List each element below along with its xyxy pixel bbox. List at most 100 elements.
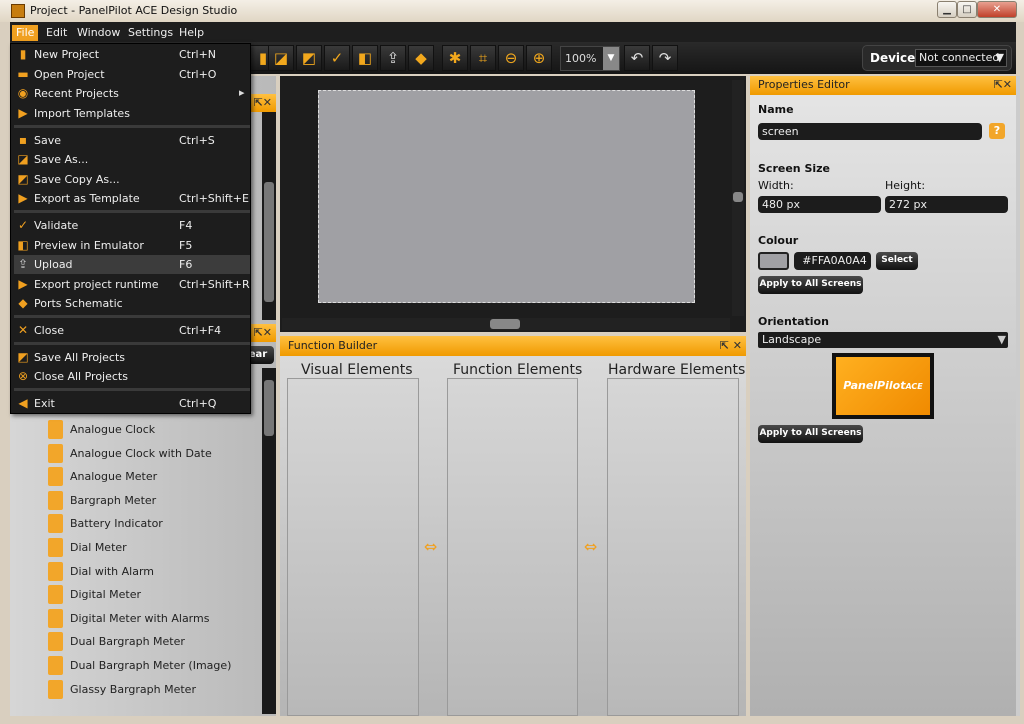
visual-elements-heading: Visual Elements [301,362,413,378]
device-select[interactable]: Not connected ▼ [915,49,1007,67]
save-as-tool-button[interactable]: ◪ [268,45,294,71]
colour-label: Colour [758,234,799,247]
apply-orientation-all-button[interactable]: Apply to All Screens [758,425,863,443]
menu-item-shortcut: F5 [179,239,193,252]
zoom-out-tool-button[interactable]: ⊖ [498,45,524,71]
close-window-button[interactable]: ✕ [977,1,1017,18]
close-icon[interactable]: ⇱✕ [254,324,272,342]
canvas-hscrollbar[interactable] [282,318,730,330]
menu-item-save-copy-as[interactable]: ◩ Save Copy As... [14,170,250,189]
zoom-select[interactable]: 100% ▼ [560,46,620,71]
element-list-item-label: Dial Meter [70,541,127,554]
menu-item-save-all-projects[interactable]: ◩ Save All Projects [14,348,250,367]
menu-item-save[interactable]: ▪ Save Ctrl+S [14,131,250,150]
panel-title: Function Builder [288,339,378,352]
undo-tool-button[interactable]: ↶ [624,45,650,71]
menu-item-import-templates[interactable]: ▶ Import Templates [14,104,250,123]
menu-edit[interactable]: Edit [42,25,71,41]
menu-item-export-as-template[interactable]: ▶ Export as Template Ctrl+Shift+E [14,189,250,208]
apply-colour-all-button[interactable]: Apply to All Screens [758,276,863,294]
menu-item-shortcut: Ctrl+N [179,48,217,61]
element-list-item-label: Analogue Clock [70,423,156,436]
widget-file-icon [48,561,63,581]
window-title: Project - PanelPilot ACE Design Studio [30,4,238,17]
save-all-icon: ◩ [17,350,29,364]
menu-item-shortcut: Ctrl+S [179,134,215,147]
colour-swatch[interactable] [758,252,789,270]
fit-tool-button[interactable]: ✱ [442,45,468,71]
menu-settings[interactable]: Settings [124,25,177,41]
function-elements-list[interactable] [447,378,578,716]
close-icon[interactable]: ⇱✕ [254,94,272,112]
validate-tool-button[interactable]: ✓ [324,45,350,71]
name-label: Name [758,103,794,116]
name-input[interactable]: screen [758,123,982,140]
properties-scrollbar[interactable] [1016,76,1020,716]
menu-item-label: Save [34,134,62,147]
menu-item-ports-schematic[interactable]: ◆ Ports Schematic [14,294,250,313]
menu-item-export-project-runtime[interactable]: ▶ Export project runtime Ctrl+Shift+R [14,275,250,294]
menu-item-label: Export as Template [34,192,140,205]
orientation-preview: PanelPilotACE [832,353,934,419]
function-builder-header: Function Builder ⇱ ✕ [280,336,746,356]
orientation-value: Landscape [762,333,822,346]
zoom-in-tool-button[interactable]: ⊕ [526,45,552,71]
hardware-elements-list[interactable] [607,378,739,716]
redo-tool-button[interactable]: ↷ [652,45,678,71]
menu-item-close[interactable]: ✕ Close Ctrl+F4 [14,321,250,340]
toolbox-scrollbar[interactable] [262,112,276,320]
menu-item-open-project[interactable]: ▬ Open Project Ctrl+O [14,65,250,84]
menu-item-preview-in-emulator[interactable]: ◧ Preview in Emulator F5 [14,236,250,255]
close-icon[interactable]: ⇱ ✕ [720,336,742,356]
menu-item-label: Save Copy As... [34,173,120,186]
menu-item-shortcut: Ctrl+Shift+R [179,278,250,291]
element-list-scrollbar[interactable] [262,368,276,714]
menu-item-upload[interactable]: ⇪ Upload F6 [14,255,250,274]
menu-item-recent-projects[interactable]: ◉ Recent Projects ▸ [14,84,250,103]
orientation-select[interactable]: Landscape ▼ [758,332,1008,348]
menu-window[interactable]: Window [73,25,124,41]
upload-tool-button[interactable]: ⇪ [380,45,406,71]
maximize-button[interactable]: □ [957,1,977,18]
close-all-icon: ⊗ [17,369,29,383]
screen-preview[interactable] [318,90,695,303]
canvas-vscrollbar[interactable] [732,80,744,316]
widget-file-icon [48,656,63,675]
close-icon[interactable]: ⇱✕ [994,76,1012,94]
import-icon: ▶ [18,106,28,120]
menu-item-label: Upload [34,258,73,271]
menu-item-validate[interactable]: ✓ Validate F4 [14,216,250,235]
widget-file-icon [48,443,63,463]
menu-item-label: Preview in Emulator [34,239,144,252]
height-input[interactable]: 272 px [885,196,1008,213]
save-copy-tool-button[interactable]: ◩ [296,45,322,71]
height-label: Height: [885,179,926,192]
element-list-item-label: Battery Indicator [70,517,163,531]
select-colour-button[interactable]: Select [876,252,918,270]
menu-item-label: Save All Projects [34,351,125,364]
element-list-item-label: Glassy Bargraph Meter [70,682,196,696]
menu-item-exit[interactable]: ◀ Exit Ctrl+Q [14,394,250,413]
menu-item-shortcut: Ctrl+Shift+E [179,192,249,205]
help-button[interactable]: ? [989,123,1005,139]
menu-item-label: Close All Projects [34,370,128,383]
chevron-down-icon: ▼ [995,51,1004,64]
menu-item-save-as[interactable]: ◪ Save As... [14,150,250,169]
visual-elements-list[interactable] [287,378,419,716]
device-label: Device: [870,51,921,65]
menu-item-new-project[interactable]: ▮ New Project Ctrl+N [14,45,250,64]
preview-tool-button[interactable]: ◧ [352,45,378,71]
app-icon [11,4,25,18]
widget-file-icon [48,608,63,628]
minimize-button[interactable]: ▁ [937,1,957,18]
colour-input[interactable]: #FFA0A0A4 [794,252,871,270]
menu-separator [14,210,250,213]
ports-tool-button[interactable]: ◆ [408,45,434,71]
menu-help[interactable]: Help [175,25,208,41]
menu-file[interactable]: File [12,25,39,41]
ports-icon: ◆ [18,296,28,310]
crop-tool-button[interactable]: ⌗ [470,45,496,71]
preview-icon: ◧ [17,238,29,252]
menu-item-close-all-projects[interactable]: ⊗ Close All Projects [14,367,250,386]
width-input[interactable]: 480 px [758,196,881,213]
